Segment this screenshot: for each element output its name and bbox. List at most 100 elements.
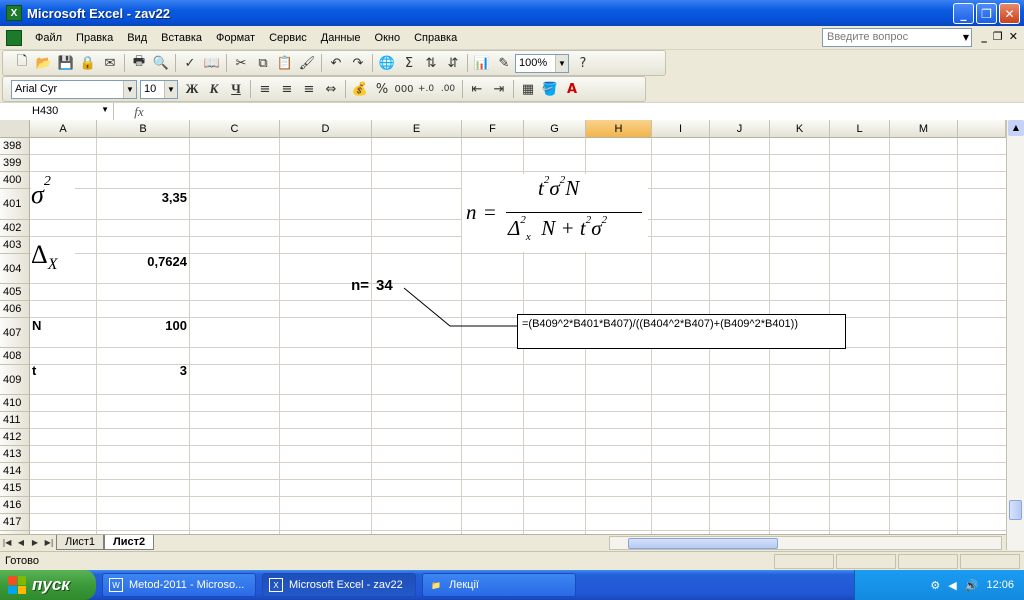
permission-icon[interactable]: 🔒 (77, 52, 99, 74)
help-icon[interactable]: ? (572, 52, 594, 74)
chevron-down-icon[interactable]: ▼ (101, 105, 109, 114)
column-header-I[interactable]: I (652, 120, 710, 138)
row-header-401[interactable]: 401 (0, 189, 30, 220)
borders-icon[interactable]: ▦ (517, 78, 539, 100)
tray-expand-icon[interactable]: ◀ (948, 579, 956, 592)
merge-center-icon[interactable]: ⇔ (320, 78, 342, 100)
formula-callout[interactable]: =(B409^2*B401*B407)/((B404^2*B407)+(B409… (517, 314, 846, 349)
menu-window[interactable]: Окно (368, 32, 408, 44)
restore-button[interactable]: ❐ (976, 3, 997, 24)
excel-app-icon[interactable]: X (6, 5, 22, 21)
drawing-icon[interactable]: ✎ (493, 52, 515, 74)
worksheet-grid[interactable]: ABCDEFGHIJKLM 398 399 400 401 402 403 404 405 40… (0, 120, 1006, 534)
workbook-close-button[interactable]: ✕ (1009, 30, 1018, 43)
column-header-M[interactable]: M (890, 120, 958, 138)
column-header-K[interactable]: K (770, 120, 830, 138)
new-file-icon[interactable]: 🗋 (11, 52, 33, 74)
tab-sheet1[interactable]: Лист1 (56, 535, 105, 550)
column-header-H[interactable]: H (586, 120, 652, 138)
bold-button[interactable]: Ж (181, 78, 203, 100)
taskbar-item-word[interactable]: W Metod-2011 - Microso... (102, 573, 256, 597)
row-header-400[interactable]: 400 (0, 172, 30, 189)
save-icon[interactable]: 💾 (55, 52, 77, 74)
row-header-402[interactable]: 402 (0, 220, 30, 237)
delta-x-image[interactable]: ΔX (31, 240, 75, 276)
start-button[interactable]: пуск (0, 570, 96, 600)
chevron-down-icon[interactable]: ▼ (555, 54, 568, 72)
menu-help[interactable]: Справка (407, 32, 464, 44)
menu-file[interactable]: Файл (28, 32, 69, 44)
cell-B401[interactable]: 3,35 (97, 190, 187, 205)
zoom-select[interactable]: 100% ▼ (515, 53, 569, 73)
column-header-J[interactable]: J (710, 120, 770, 138)
cell-A409[interactable]: t (32, 363, 36, 378)
clock[interactable]: 12:06 (986, 579, 1014, 591)
redo-icon[interactable]: ↷ (347, 52, 369, 74)
select-all-corner[interactable] (0, 120, 30, 138)
row-header-403[interactable]: 403 (0, 237, 30, 254)
print-icon[interactable]: 🖶 (128, 52, 150, 74)
print-preview-icon[interactable]: 🔍 (150, 52, 172, 74)
next-sheet-icon[interactable]: ▶ (28, 538, 42, 547)
column-header-E[interactable]: E (372, 120, 462, 138)
workbook-restore-button[interactable]: ❐ (993, 30, 1003, 43)
chart-wizard-icon[interactable]: 📊 (471, 52, 493, 74)
cell-B409[interactable]: 3 (97, 363, 187, 378)
row-header-416[interactable]: 416 (0, 497, 30, 514)
insert-function-button[interactable]: fx (114, 104, 164, 120)
column-header-F[interactable]: F (462, 120, 524, 138)
vertical-scroll-thumb[interactable] (1009, 500, 1022, 520)
column-header-C[interactable]: C (190, 120, 280, 138)
italic-button[interactable]: К (203, 78, 225, 100)
close-button[interactable]: ✕ (999, 3, 1020, 24)
menu-data[interactable]: Данные (314, 32, 368, 44)
formula-input[interactable] (164, 103, 1024, 121)
row-header-410[interactable]: 410 (0, 395, 30, 412)
spelling-icon[interactable]: ✓ (179, 52, 201, 74)
increase-decimal-icon[interactable]: +.0 (415, 78, 437, 100)
vertical-scrollbar[interactable]: ▲ (1006, 120, 1024, 550)
row-header-414[interactable]: 414 (0, 463, 30, 480)
tab-sheet2[interactable]: Лист2 (104, 535, 155, 550)
chevron-down-icon[interactable]: ▼ (960, 29, 972, 46)
help-search-input[interactable]: Введите вопрос (822, 28, 972, 47)
research-icon[interactable]: 📖 (201, 52, 223, 74)
column-header-B[interactable]: B (97, 120, 190, 138)
format-painter-icon[interactable]: 🖌 (296, 52, 318, 74)
paste-icon[interactable]: 📋 (274, 52, 296, 74)
sigma-squared-image[interactable]: σ2 (31, 174, 75, 216)
undo-icon[interactable]: ↶ (325, 52, 347, 74)
row-header-408[interactable]: 408 (0, 348, 30, 365)
tray-volume-icon[interactable]: 🔊 (965, 579, 979, 592)
cell-B404[interactable]: 0,7624 (97, 254, 187, 269)
open-folder-icon[interactable]: 📂 (33, 52, 55, 74)
fill-color-icon[interactable]: 🪣 (539, 78, 561, 100)
email-icon[interactable]: ✉ (99, 52, 121, 74)
cell-B407[interactable]: 100 (97, 318, 187, 333)
minimize-button[interactable]: _ (953, 3, 974, 24)
align-center-icon[interactable]: ≡ (276, 78, 298, 100)
horizontal-scrollbar[interactable] (609, 536, 1002, 550)
chevron-down-icon[interactable]: ▼ (164, 80, 177, 98)
first-sheet-icon[interactable]: |◀ (0, 538, 14, 547)
taskbar-item-folder[interactable]: 📁 Лекції (422, 573, 576, 597)
column-header-A[interactable]: A (30, 120, 97, 138)
font-color-icon[interactable]: A (561, 78, 583, 100)
cell-A407[interactable]: N (32, 318, 41, 333)
sort-descending-icon[interactable]: ⇵ (442, 52, 464, 74)
column-header-D[interactable]: D (280, 120, 372, 138)
percent-button[interactable]: % (371, 78, 393, 100)
scroll-up-icon[interactable]: ▲ (1008, 120, 1024, 136)
row-header-409[interactable]: 409 (0, 365, 30, 395)
taskbar-item-excel[interactable]: X Microsoft Excel - zav22 (262, 573, 416, 597)
cell-E405[interactable]: 34 (376, 277, 393, 294)
menu-view[interactable]: Вид (120, 32, 154, 44)
row-header-413[interactable]: 413 (0, 446, 30, 463)
increase-indent-icon[interactable]: ⇥ (488, 78, 510, 100)
column-header-G[interactable]: G (524, 120, 586, 138)
row-header-417[interactable]: 417 (0, 514, 30, 531)
align-left-icon[interactable]: ≡ (254, 78, 276, 100)
horizontal-scroll-thumb[interactable] (628, 538, 778, 549)
name-box[interactable]: H430 ▼ (0, 102, 114, 121)
font-size-select[interactable]: 10 ▼ (140, 79, 178, 99)
